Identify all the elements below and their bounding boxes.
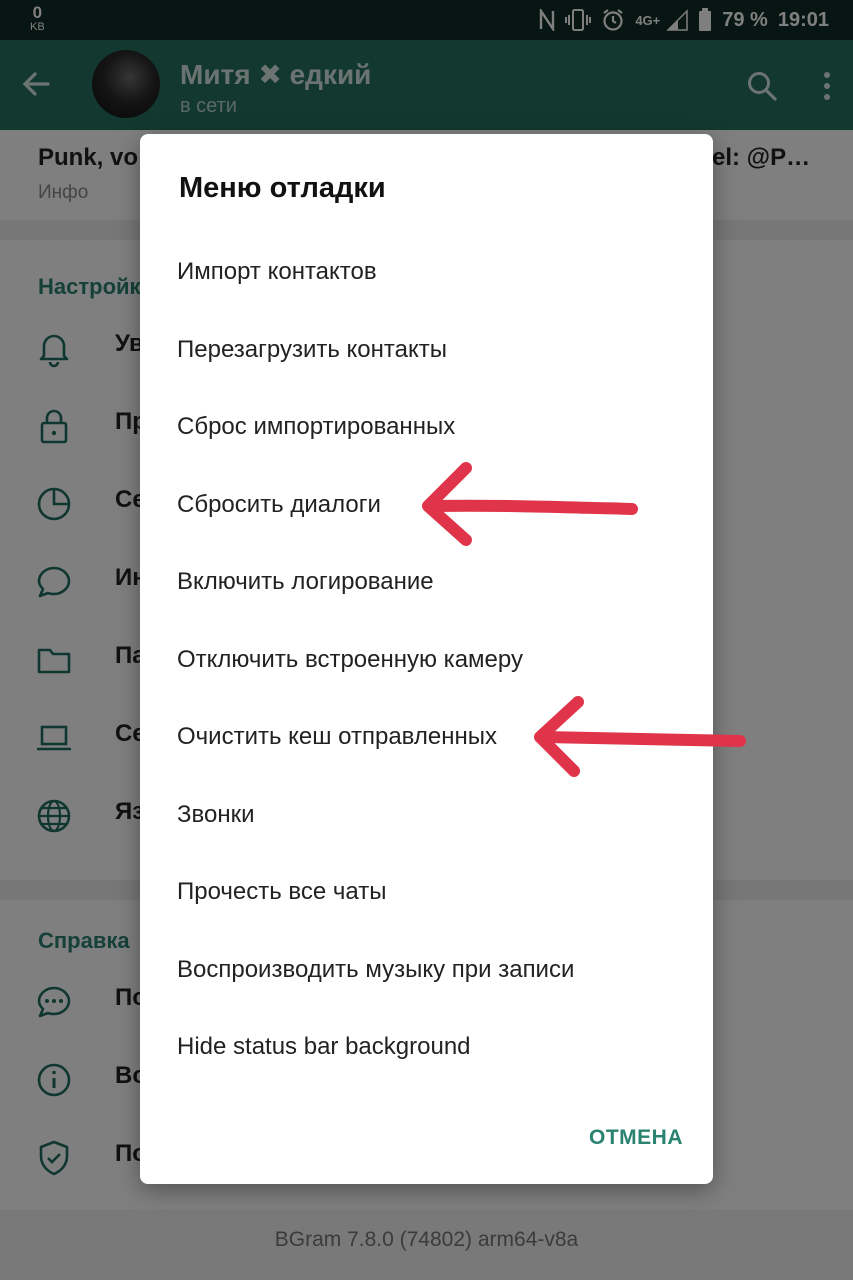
menu-item-label: Сбросить диалоги (177, 491, 381, 518)
menu-item-label: Отключить встроенную камеру (177, 646, 523, 673)
menu-item-reload-contacts[interactable]: Перезагрузить контакты (140, 312, 713, 390)
menu-item-clear-sent-cache[interactable]: Очистить кеш отправленных (140, 699, 713, 777)
menu-item-label: Звонки (177, 801, 255, 828)
menu-item-reset-dialogs[interactable]: Сбросить диалоги (140, 467, 713, 545)
menu-item-reset-imported[interactable]: Сброс импортированных (140, 389, 713, 467)
menu-item-play-music-recording[interactable]: Воспроизводить музыку при записи (140, 932, 713, 1010)
menu-item-enable-logging[interactable]: Включить логирование (140, 544, 713, 622)
menu-item-label: Перезагрузить контакты (177, 336, 447, 363)
menu-item-label: Импорт контактов (177, 258, 377, 285)
menu-item-label: Сброс импортированных (177, 413, 456, 440)
menu-item-label: Включить логирование (177, 568, 434, 595)
menu-item-disable-camera[interactable]: Отключить встроенную камеру (140, 622, 713, 700)
menu-item-label: Hide status bar background (177, 1033, 471, 1060)
menu-item-import-contacts[interactable]: Импорт контактов (140, 234, 713, 312)
menu-item-read-all-chats[interactable]: Прочесть все чаты (140, 854, 713, 932)
dialog-title: Меню отладки (179, 172, 386, 204)
menu-item-hide-status-bar-bg[interactable]: Hide status bar background (140, 1009, 713, 1087)
debug-menu-dialog: Меню отладки Импорт контактов Перезагруз… (140, 134, 713, 1184)
menu-item-label: Воспроизводить музыку при записи (177, 956, 575, 983)
menu-item-label: Прочесть все чаты (177, 878, 387, 905)
cancel-button[interactable]: ОТМЕНА (589, 1126, 683, 1150)
menu-item-label: Очистить кеш отправленных (177, 723, 497, 750)
menu-item-calls[interactable]: Звонки (140, 777, 713, 855)
